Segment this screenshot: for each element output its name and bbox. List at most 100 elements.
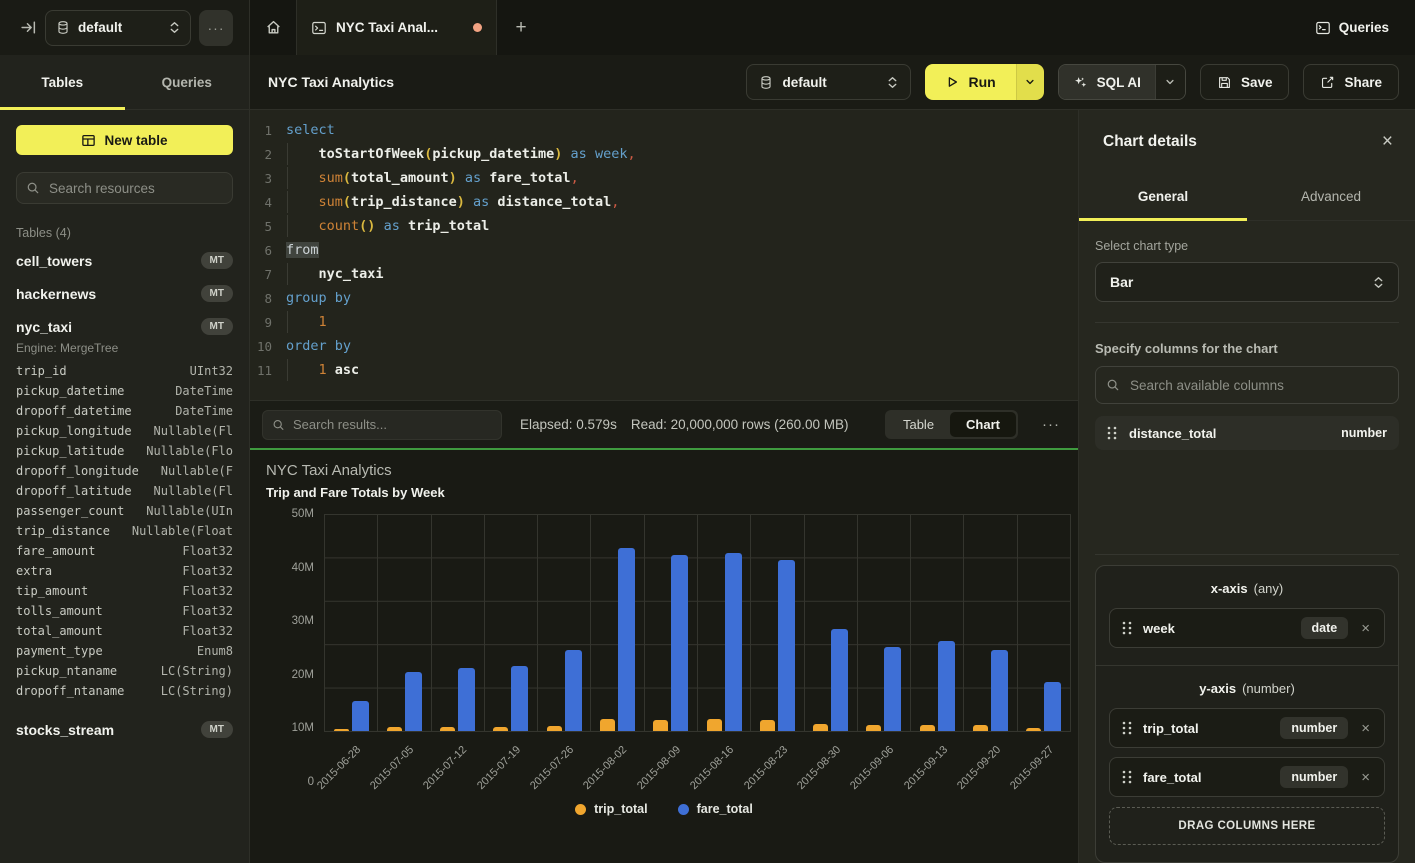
queries-link[interactable]: Queries xyxy=(1315,20,1389,36)
bar-fare_total[interactable] xyxy=(1044,682,1061,731)
drag-handle-icon xyxy=(1122,621,1132,635)
y-axis-hint: (number) xyxy=(1242,681,1295,696)
bar-trip_total[interactable] xyxy=(707,719,722,731)
bar-fare_total[interactable] xyxy=(831,629,848,731)
close-panel-button[interactable]: × xyxy=(1382,132,1393,151)
database-more-button[interactable]: ··· xyxy=(199,10,233,46)
x-tick-label: 2015-09-27 xyxy=(1008,744,1056,792)
sql-ai-button[interactable]: SQL AI xyxy=(1059,65,1155,99)
bar-trip_total[interactable] xyxy=(600,719,615,731)
bar-fare_total[interactable] xyxy=(352,701,369,731)
view-toggle-table[interactable]: Table xyxy=(887,412,950,437)
bar-trip_total[interactable] xyxy=(493,727,508,731)
drop-zone[interactable]: DRAG COLUMNS HERE xyxy=(1109,807,1385,845)
y-axis-label: y-axis xyxy=(1199,681,1236,696)
bar-trip_total[interactable] xyxy=(920,725,935,732)
bar-fare_total[interactable] xyxy=(671,555,688,731)
columns-search-input[interactable] xyxy=(1095,366,1399,404)
table-row[interactable]: stocks_streamMT xyxy=(16,713,233,746)
sidebar-tabs: Tables Queries xyxy=(0,55,249,110)
bar-fare_total[interactable] xyxy=(725,553,742,731)
bar-trip_total[interactable] xyxy=(334,729,349,731)
bar-trip_total[interactable] xyxy=(387,727,402,731)
bar-fare_total[interactable] xyxy=(565,650,582,731)
bar-fare_total[interactable] xyxy=(618,548,635,731)
bar-fare_total[interactable] xyxy=(991,650,1008,731)
code-text: toStartOfWeek(pickup_datetime) as week, xyxy=(286,146,1078,162)
run-options-button[interactable] xyxy=(1016,64,1044,100)
column-row: pickup_longitudeNullable(Fl xyxy=(16,421,233,441)
view-toggle-chart[interactable]: Chart xyxy=(950,412,1016,437)
bars xyxy=(432,514,484,731)
sql-ai-options-button[interactable] xyxy=(1155,65,1185,99)
table-row[interactable]: cell_towersMT xyxy=(16,244,233,277)
bar-trip_total[interactable] xyxy=(1026,728,1041,731)
column-row: pickup_latitudeNullable(Flo xyxy=(16,441,233,461)
column-type: DateTime xyxy=(175,401,233,421)
chart-details-title: Chart details xyxy=(1103,133,1197,151)
home-button[interactable] xyxy=(250,0,297,55)
bar-group xyxy=(325,514,378,731)
table-row[interactable]: nyc_taxiMT xyxy=(16,310,233,343)
axis-pill-trip_total[interactable]: trip_totalnumber× xyxy=(1109,708,1385,748)
column-type: LC(String) xyxy=(161,661,233,681)
column-row: extraFloat32 xyxy=(16,561,233,581)
collapse-sidebar-button[interactable] xyxy=(20,19,37,36)
axis-pill-fare_total[interactable]: fare_totalnumber× xyxy=(1109,757,1385,797)
topbar-database-selector[interactable]: default xyxy=(45,10,191,46)
bar-fare_total[interactable] xyxy=(778,560,795,731)
new-tab-button[interactable]: + xyxy=(497,0,545,55)
tab-general[interactable]: General xyxy=(1079,173,1247,220)
available-column-type: number xyxy=(1341,426,1387,440)
share-button[interactable]: Share xyxy=(1303,64,1399,100)
legend-item-trip_total[interactable]: trip_total xyxy=(575,802,647,816)
remove-column-button[interactable]: × xyxy=(1359,770,1372,785)
new-table-button[interactable]: New table xyxy=(16,125,233,155)
run-label: Run xyxy=(968,74,995,90)
topbar-left: default ··· xyxy=(0,0,250,55)
run-button[interactable]: Run xyxy=(925,64,1015,100)
bar-trip_total[interactable] xyxy=(547,726,562,731)
x-tick-label: 2015-07-19 xyxy=(475,744,523,792)
column-type: Float32 xyxy=(182,561,233,581)
save-button[interactable]: Save xyxy=(1200,64,1290,100)
legend-label: fare_total xyxy=(697,802,753,816)
results-more-button[interactable]: ··· xyxy=(1036,416,1066,433)
sidebar-tab-queries[interactable]: Queries xyxy=(125,55,250,109)
table-row[interactable]: hackernewsMT xyxy=(16,277,233,310)
x-tick-label: 2015-07-12 xyxy=(421,744,469,792)
bar-fare_total[interactable] xyxy=(938,641,955,731)
remove-column-button[interactable]: × xyxy=(1359,721,1372,736)
bar-fare_total[interactable] xyxy=(405,672,422,731)
toolbar-database-selector[interactable]: default xyxy=(746,64,911,100)
axis-pill-week[interactable]: weekdate× xyxy=(1109,608,1385,648)
tab-nyc-taxi-analytics[interactable]: NYC Taxi Anal... xyxy=(297,0,497,55)
bar-trip_total[interactable] xyxy=(440,727,455,731)
code-text: order by xyxy=(286,338,1078,354)
results-search-input[interactable] xyxy=(262,410,502,440)
bar-trip_total[interactable] xyxy=(973,725,988,732)
legend-item-fare_total[interactable]: fare_total xyxy=(678,802,753,816)
bar-trip_total[interactable] xyxy=(866,725,881,732)
bar-trip_total[interactable] xyxy=(813,724,828,731)
line-number: 4 xyxy=(250,195,286,210)
bar-trip_total[interactable] xyxy=(653,720,668,731)
sidebar-content: New table Tables (4) cell_towersMThacker… xyxy=(0,110,249,863)
table-name: cell_towers xyxy=(16,253,92,269)
available-column-distance_total[interactable]: distance_totalnumber xyxy=(1095,416,1399,450)
bar-fare_total[interactable] xyxy=(511,666,528,731)
bar-fare_total[interactable] xyxy=(458,668,475,731)
sidebar-tab-tables[interactable]: Tables xyxy=(0,55,125,109)
column-type: Float32 xyxy=(182,601,233,621)
tab-advanced[interactable]: Advanced xyxy=(1247,173,1415,220)
remove-column-button[interactable]: × xyxy=(1359,621,1372,636)
chart-type-select[interactable]: Bar xyxy=(1095,262,1399,302)
drag-handle-icon xyxy=(1107,426,1117,440)
sql-editor[interactable]: 1select2 toStartOfWeek(pickup_datetime) … xyxy=(250,110,1078,400)
column-row: dropoff_ntanameLC(String) xyxy=(16,681,233,701)
bar-trip_total[interactable] xyxy=(760,720,775,731)
sidebar-search-input[interactable] xyxy=(16,172,233,204)
column-type: Nullable(Flo xyxy=(146,441,233,461)
bar-fare_total[interactable] xyxy=(884,647,901,731)
axes-config-box: x-axis(any) weekdate× y-axis(number) tri… xyxy=(1095,565,1399,863)
